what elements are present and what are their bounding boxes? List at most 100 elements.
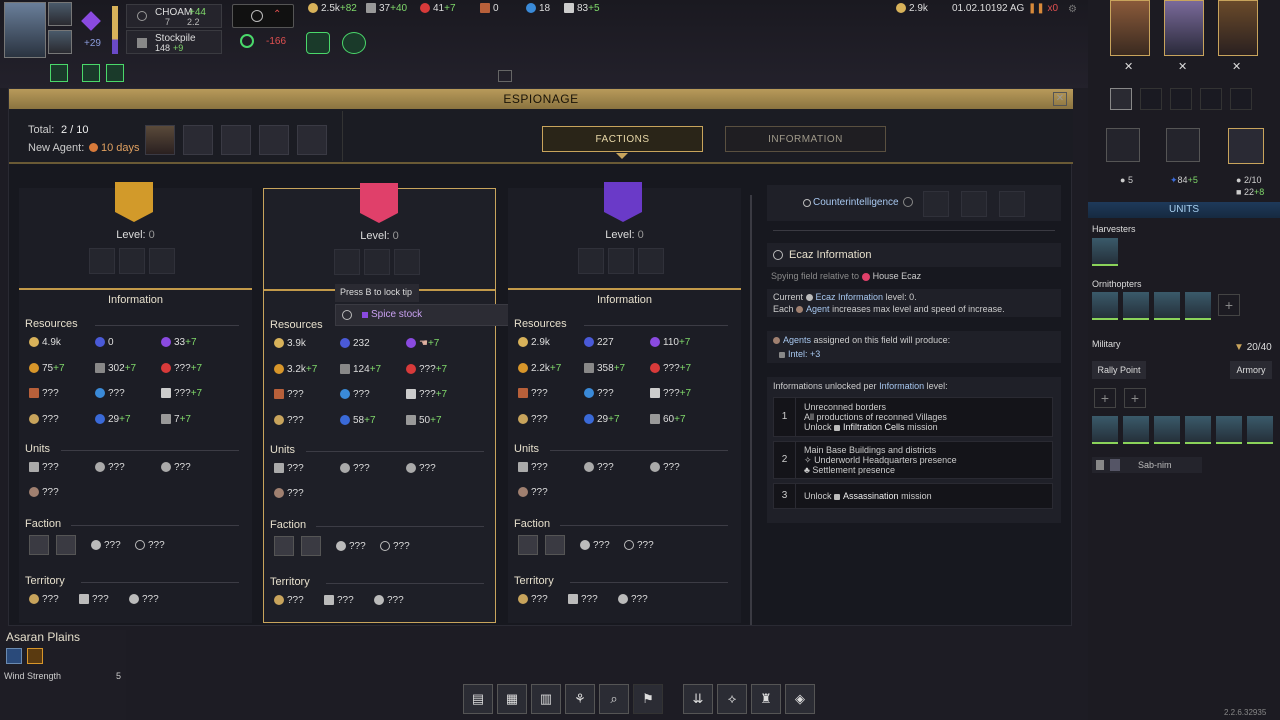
dismiss-icon[interactable]: ✕	[1178, 60, 1187, 73]
agent-slot[interactable]	[364, 249, 390, 275]
agent-slot[interactable]	[89, 248, 115, 274]
tab-information[interactable]: INFORMATION	[725, 126, 886, 152]
add-unit-button[interactable]: +	[1218, 294, 1240, 316]
member-portrait[interactable]	[56, 535, 76, 555]
faction-card[interactable]: Level: 0 Information Resources 4.9k 0 33…	[19, 182, 252, 623]
agent-slot[interactable]	[578, 248, 604, 274]
share-button[interactable]: ⟡	[717, 684, 747, 714]
dismiss-icon[interactable]: ✕	[1232, 60, 1241, 73]
wind-icon[interactable]	[6, 648, 22, 664]
map-toggle-icon[interactable]	[498, 70, 512, 82]
green-gate-icon[interactable]	[106, 64, 124, 82]
agent-slot[interactable]	[334, 249, 360, 275]
laurel-icon[interactable]	[342, 32, 366, 54]
agent-slot-empty[interactable]	[183, 125, 213, 155]
member-portrait[interactable]	[29, 535, 49, 555]
military-unit[interactable]	[1123, 416, 1149, 444]
flag-button[interactable]: ⚑	[633, 684, 663, 714]
agent-slot[interactable]	[149, 248, 175, 274]
member-portrait[interactable]	[274, 536, 294, 556]
fuel-cell-icon	[518, 388, 528, 399]
resource-fuel[interactable]: 0	[480, 3, 499, 14]
counter-slot[interactable]	[999, 191, 1025, 217]
council-button[interactable]: ▥	[531, 684, 561, 714]
harvester-unit[interactable]	[1092, 238, 1118, 266]
council-portrait[interactable]	[1164, 0, 1204, 56]
mode-button[interactable]	[1170, 88, 1192, 110]
resource-solari[interactable]: 2.5k+82	[308, 3, 357, 14]
search-icon[interactable]	[1228, 128, 1264, 164]
military-unit[interactable]	[1247, 416, 1273, 444]
agent-slot-empty[interactable]	[259, 125, 289, 155]
agent-slot-filled[interactable]	[145, 125, 175, 155]
leader-portrait[interactable]	[4, 2, 46, 58]
intel-icon	[29, 414, 39, 425]
ornithopter-unit[interactable]	[1123, 292, 1149, 320]
hostility-widget[interactable]: ⌃	[232, 4, 294, 28]
resource-landsraad[interactable]: 83+5	[564, 3, 600, 14]
mode-button[interactable]	[1200, 88, 1222, 110]
unlock-suffix: mission	[907, 422, 938, 432]
agent-slot[interactable]	[638, 248, 664, 274]
agent-slot[interactable]	[394, 249, 420, 275]
close-icon[interactable]: ✕	[1053, 92, 1067, 106]
dismiss-icon[interactable]: ✕	[1124, 60, 1133, 73]
figure-button[interactable]: ♜	[751, 684, 781, 714]
tech-tree-button[interactable]: ⚘	[565, 684, 595, 714]
council-portrait[interactable]	[1110, 0, 1150, 56]
member-portrait[interactable]	[518, 535, 538, 555]
armory-button[interactable]: Armory	[1230, 361, 1272, 379]
mode-button[interactable]	[1140, 88, 1162, 110]
settings-gear-icon[interactable]: ⚙	[1068, 4, 1077, 15]
agent-portrait[interactable]	[48, 2, 72, 26]
mode-button[interactable]	[1110, 88, 1132, 110]
sun-icon[interactable]	[27, 648, 43, 664]
agent-slot[interactable]	[608, 248, 634, 274]
agent-slot-empty[interactable]	[297, 125, 327, 155]
council-portrait[interactable]	[1218, 0, 1258, 56]
counter-slot[interactable]	[923, 191, 949, 217]
ornithopter-unit[interactable]	[1154, 292, 1180, 320]
faction-card[interactable]: Level: 0 Information Resources 2.9k 227 …	[508, 182, 741, 623]
agent-portrait[interactable]	[48, 30, 72, 54]
member-portrait[interactable]	[301, 536, 321, 556]
agent-slot-empty[interactable]	[221, 125, 251, 155]
diamond-button[interactable]: ◈	[785, 684, 815, 714]
resource-water[interactable]: 18	[526, 3, 550, 14]
general-row[interactable]: Sab-nim	[1092, 457, 1202, 473]
military-unit[interactable]	[1092, 416, 1118, 444]
member-portrait[interactable]	[545, 535, 565, 555]
ornithopter-unit[interactable]	[1092, 292, 1118, 320]
green-shield-icon[interactable]	[50, 64, 68, 82]
shield-icon[interactable]	[306, 32, 330, 54]
add-unit-button[interactable]: +	[1124, 388, 1146, 408]
stockpile-widget[interactable]: Stockpile 148 +9	[126, 30, 222, 54]
network-icon[interactable]	[1106, 128, 1140, 162]
military-unit[interactable]	[1154, 416, 1180, 444]
ledger-button[interactable]: ▤	[463, 684, 493, 714]
resource-plascrete[interactable]: 37+40	[366, 3, 407, 14]
gate-icon[interactable]	[1166, 128, 1200, 162]
tab-factions[interactable]: FACTIONS	[542, 126, 703, 152]
green-gate-icon[interactable]	[82, 64, 100, 82]
res-value: 3.9k	[287, 338, 306, 349]
info-circle-icon[interactable]	[903, 197, 913, 207]
agent-slot[interactable]	[119, 248, 145, 274]
counter-slot[interactable]	[961, 191, 987, 217]
military-unit[interactable]	[1216, 416, 1242, 444]
counterintelligence-label[interactable]: Counterintelligence	[813, 197, 899, 208]
military-unit[interactable]	[1185, 416, 1211, 444]
documents-button[interactable]: ▦	[497, 684, 527, 714]
espionage-button[interactable]: ⌕	[599, 684, 629, 714]
collapse-button[interactable]: ⇊	[683, 684, 713, 714]
choam-widget[interactable]: CHOAM +44 7 2.2	[126, 4, 222, 28]
influence-display[interactable]: 2.9k	[896, 3, 928, 14]
mode-button[interactable]	[1230, 88, 1252, 110]
add-unit-button[interactable]: +	[1094, 388, 1116, 408]
rally-point-button[interactable]: Rally Point	[1092, 361, 1146, 379]
ornithopter-unit[interactable]	[1185, 292, 1211, 320]
res-landsraad: ???+7	[406, 389, 447, 400]
faction-card-selected[interactable]: Level: 0 Resources 3.9k 232 ☚+7 3.2k+7 1…	[263, 183, 496, 623]
pause-control[interactable]: ❚❚ x0	[1028, 3, 1058, 14]
resource-authority[interactable]: 41+7	[420, 3, 456, 14]
